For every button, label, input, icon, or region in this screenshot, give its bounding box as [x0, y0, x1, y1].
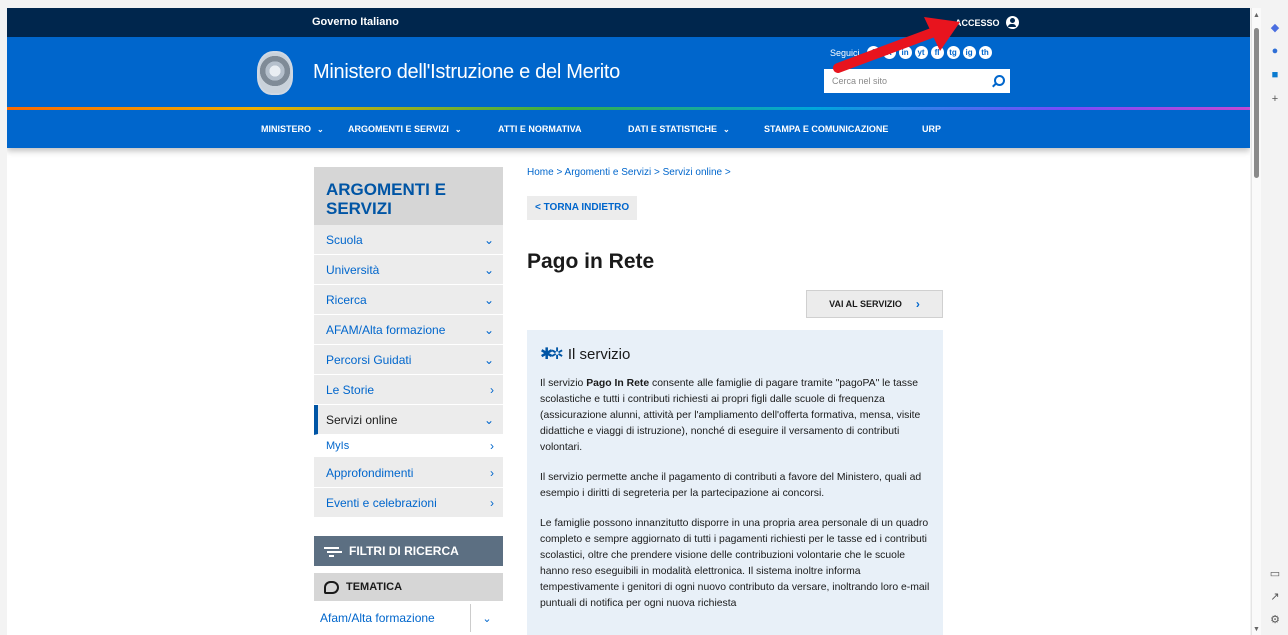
governo-italiano-link[interactable]: Governo Italiano — [312, 16, 399, 28]
tematica-filter-select[interactable]: Afam/Alta formazione ⌄ — [314, 604, 503, 632]
sidebar-item-label: Le Storie — [326, 382, 375, 397]
section-heading: ✱✲ Il servizio — [540, 344, 930, 364]
sidebar: ARGOMENTI E SERVIZI Scuola ⌄ Università ⌄ … — [314, 167, 503, 632]
chevron-right-icon: › — [915, 297, 920, 311]
vertical-scrollbar[interactable]: ▲ ▼ — [1251, 8, 1261, 635]
sidebar-item-label: Percorsi Guidati — [326, 352, 412, 367]
sidebar-item-percorsi-guidati[interactable]: Percorsi Guidati ⌄ — [314, 345, 503, 375]
diamond-icon[interactable]: ◆ — [1268, 20, 1282, 34]
sidebar-item-label: Scuola — [326, 232, 363, 247]
chevron-down-icon: ⌄ — [483, 262, 494, 277]
site-title[interactable]: Ministero dell'Istruzione e del Merito — [313, 61, 620, 84]
paragraph-3: Le famiglie possono innanzitutto disporr… — [540, 518, 930, 609]
sidebar-item-universita[interactable]: Università ⌄ — [314, 255, 503, 285]
scroll-up-icon[interactable]: ▲ — [1253, 12, 1260, 19]
tematica-label: TEMATICA — [346, 581, 403, 593]
p1-pre: Il servizio — [540, 378, 587, 389]
tematica-header: TEMATICA — [314, 573, 503, 601]
chevron-right-icon: › — [490, 439, 494, 453]
user-icon — [1005, 16, 1019, 29]
p1-post: consente alle famiglie di pagare tramite… — [540, 378, 921, 453]
browser-viewport: Governo Italiano ACCESSO Ministero dell'… — [7, 8, 1250, 635]
nav-label: STAMPA E COMUNICAZIONE — [764, 124, 889, 134]
sidebar-item-le-storie[interactable]: Le Storie › — [314, 375, 503, 405]
search-icon[interactable] — [991, 74, 1005, 88]
chevron-down-icon: ⌄ — [317, 124, 324, 134]
filter-value: Afam/Alta formazione — [320, 611, 435, 625]
chevron-right-icon: › — [490, 465, 494, 480]
page-title: Pago in Rete — [527, 250, 655, 273]
nav-label: MINISTERO — [261, 124, 312, 134]
chevron-down-icon: ⌄ — [483, 412, 494, 427]
speech-bubble-icon — [324, 580, 339, 594]
nav-dati-statistiche[interactable]: DATI E STATISTICHE ⌄ — [628, 124, 730, 134]
gears-icon: ✱✲ — [540, 346, 564, 363]
sidebar-item-label: Servizi online — [326, 412, 398, 427]
filter-icon — [324, 546, 339, 557]
add-icon[interactable]: + — [1268, 92, 1282, 106]
threads-icon[interactable]: th — [978, 46, 992, 59]
nav-ministero[interactable]: MINISTERO ⌄ — [261, 124, 324, 134]
sidebar-item-myis[interactable]: MyIs › — [314, 435, 503, 458]
sidebar-item-scuola[interactable]: Scuola ⌄ — [314, 225, 503, 255]
nav-label: ATTI E NORMATIVA — [498, 124, 582, 134]
chevron-down-icon: ⌄ — [454, 124, 462, 134]
filters-label: FILTRI DI RICERCA — [349, 544, 459, 558]
gear-icon[interactable]: ⚙ — [1268, 612, 1282, 626]
red-annotation-arrow-icon — [833, 17, 960, 73]
sidebar-item-eventi[interactable]: Eventi e celebrazioni › — [314, 488, 503, 518]
service-info-box: ✱✲ Il servizio Il servizio Pago In Rete … — [527, 330, 943, 635]
external-link-icon[interactable]: ↗ — [1268, 589, 1282, 603]
sidebar-item-approfondimenti[interactable]: Approfondimenti › — [314, 458, 503, 488]
browser-side-rail: ◆ ● ■ + ▭ ↗ ⚙ — [1262, 0, 1288, 635]
back-button[interactable]: < TORNA INDIETRO — [527, 196, 638, 220]
sidebar-item-label: AFAM/Alta formazione — [326, 322, 446, 337]
office-icon[interactable]: ● — [1268, 44, 1282, 58]
p1-bold: Pago In Rete — [586, 378, 650, 389]
filters-header[interactable]: FILTRI DI RICERCA — [314, 536, 503, 566]
sidebar-item-label: Approfondimenti — [326, 465, 414, 480]
nav-label: ARGOMENTI E SERVIZI — [348, 124, 449, 134]
emblem-logo[interactable] — [257, 51, 293, 95]
breadcrumb[interactable]: Home > Argomenti e Servizi > Servizi onl… — [527, 167, 947, 178]
sidebar-item-label: MyIs — [326, 440, 350, 452]
sidebar-item-label: Ricerca — [326, 292, 367, 307]
paragraph-2: Il servizio permette anche il pagamento … — [540, 472, 922, 499]
main-content: Home > Argomenti e Servizi > Servizi onl… — [527, 167, 947, 635]
section-title: Il servizio — [567, 345, 631, 363]
nav-urp[interactable]: URP — [922, 124, 941, 134]
chevron-down-icon: ⌄ — [483, 352, 494, 367]
go-to-service-button[interactable]: VAI AL SERVIZIO › — [806, 290, 943, 318]
main-nav: MINISTERO ⌄ ARGOMENTI E SERVIZI ⌄ ATTI E N… — [7, 110, 1250, 148]
sidebar-item-servizi-online[interactable]: Servizi online ⌄ — [314, 405, 503, 435]
chevron-down-icon[interactable]: ⌄ — [470, 604, 503, 632]
nav-stampa-comunicazione[interactable]: STAMPA E COMUNICAZIONE — [764, 124, 888, 134]
nav-argomenti-servizi[interactable]: ARGOMENTI E SERVIZI ⌄ — [348, 124, 462, 134]
chevron-down-icon: ⌄ — [483, 292, 494, 307]
outlook-icon[interactable]: ■ — [1268, 68, 1282, 82]
nav-label: URP — [922, 124, 942, 134]
scroll-down-icon[interactable]: ▼ — [1253, 626, 1260, 633]
chevron-down-icon: ⌄ — [723, 124, 730, 134]
scrollbar-thumb[interactable] — [1254, 28, 1259, 178]
chevron-right-icon: › — [490, 495, 494, 510]
search-input[interactable] — [832, 76, 991, 86]
sidebar-item-afam[interactable]: AFAM/Alta formazione ⌄ — [314, 315, 503, 345]
chevron-down-icon: ⌄ — [483, 232, 494, 247]
go-to-service-label: VAI AL SERVIZIO — [829, 299, 902, 309]
nav-atti-normativa[interactable]: ATTI E NORMATIVA — [498, 124, 582, 134]
sidebar-item-ricerca[interactable]: Ricerca ⌄ — [314, 285, 503, 315]
sidebar-title: ARGOMENTI E SERVIZI — [314, 167, 503, 225]
top-bar: Governo Italiano ACCESSO — [7, 8, 1250, 37]
nav-label: DATI E STATISTICHE — [628, 124, 717, 134]
sidebar-item-label: Università — [326, 262, 380, 277]
chevron-down-icon: ⌄ — [483, 322, 494, 337]
chevron-right-icon: › — [490, 382, 494, 397]
sidebar-toggle-icon[interactable]: ▭ — [1268, 566, 1282, 580]
sidebar-item-label: Eventi e celebrazioni — [326, 495, 437, 510]
paragraph-1: Il servizio Pago In Rete consente alle f… — [540, 376, 930, 456]
site-header: Ministero dell'Istruzione e del Merito S… — [7, 37, 1250, 107]
